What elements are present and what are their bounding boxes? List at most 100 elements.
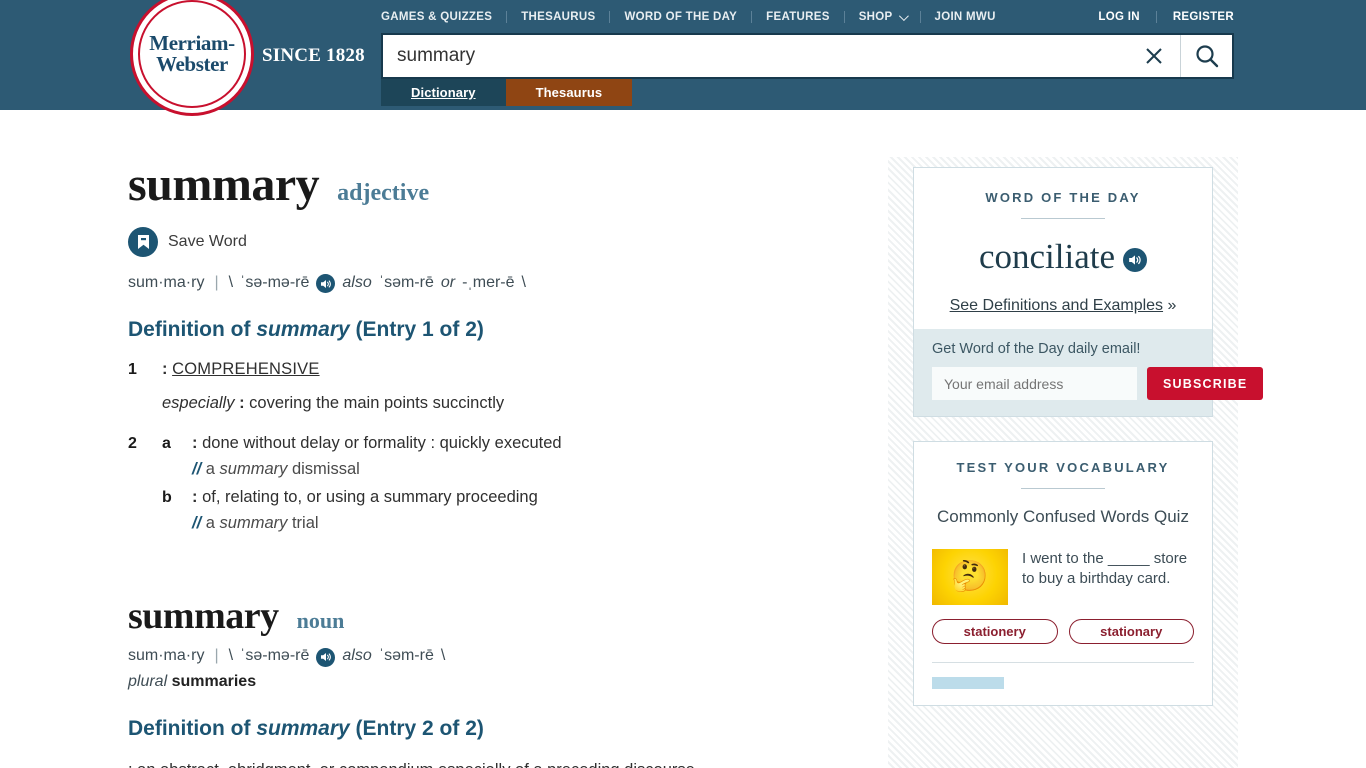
wotd-body: WORD OF THE DAY conciliate See Definitio… <box>914 168 1212 329</box>
wotd-link-text: See Definitions and Examples <box>949 297 1164 314</box>
sense-2b-example-post: trial <box>287 513 319 532</box>
entry-1-pron-divider: | <box>214 273 219 291</box>
search-icon <box>1195 45 1218 68</box>
clear-search-button[interactable] <box>1128 35 1180 77</box>
subscribe-button[interactable]: SUBSCRIBE <box>1147 367 1264 400</box>
entry-1-headword: summary <box>128 158 320 211</box>
sense-1-especially-text: covering the main points succinctly <box>249 393 505 412</box>
quiz-option-stationery[interactable]: stationery <box>932 619 1058 644</box>
register-link[interactable]: REGISTER <box>1157 11 1234 23</box>
entry-1-pron-also: ˈsəm-rē <box>378 273 434 291</box>
sense-2b-example: // a summary trial <box>192 512 828 536</box>
def2-word: summary <box>256 716 350 740</box>
entry-2-syllables: sum·ma·ry <box>128 647 205 665</box>
nav-thesaurus[interactable]: THESAURUS <box>507 11 611 23</box>
merriam-webster-logo[interactable]: Merriam- Webster <box>130 0 254 116</box>
sense-2a: 2 a : done without delay or formality : … <box>128 432 828 482</box>
quiz-question-line-1: I went to the _____ store <box>1022 550 1188 567</box>
wotd-audio-button[interactable] <box>1123 248 1148 272</box>
wotd-definitions-link[interactable]: See Definitions and Examples » <box>932 297 1194 315</box>
audio-pronunciation-button-2[interactable] <box>316 647 336 667</box>
quiz-title[interactable]: Commonly Confused Words Quiz <box>932 507 1194 527</box>
wotd-subscribe-panel: Get Word of the Day daily email! SUBSCRI… <box>914 329 1264 416</box>
def1-suffix: (Entry 1 of 2) <box>349 318 484 341</box>
quiz-options: stationery stationary <box>932 619 1194 644</box>
dictionary-entries: summary adjective Save Word sum·ma·ry | … <box>128 157 828 768</box>
subscribe-row: SUBSCRIBE <box>932 367 1264 400</box>
nav-features[interactable]: FEATURES <box>752 11 845 23</box>
entry-2-part-of-speech: noun <box>296 607 345 633</box>
entry-2-pron-open: \ <box>228 647 234 665</box>
nav-shop[interactable]: SHOP <box>845 10 921 23</box>
wotd-word-row: conciliate <box>979 237 1148 277</box>
def2-prefix: Definition of <box>128 716 257 740</box>
wotd-link-suffix: » <box>1163 297 1177 314</box>
quiz-option-stationary[interactable]: stationary <box>1068 619 1194 644</box>
login-link[interactable]: LOG IN <box>1082 11 1157 23</box>
since-tagline: SINCE 1828 <box>262 45 365 66</box>
entry-2-headword: summary <box>128 594 279 637</box>
nav-shop-label: SHOP <box>858 11 893 23</box>
entry-1-syllables: sum·ma·ry <box>128 273 205 291</box>
nav-join-mwu[interactable]: JOIN MWU <box>921 11 1010 23</box>
plural-label: plural <box>128 672 168 690</box>
sense-2b-colon: : <box>192 487 198 506</box>
sense-2a-text: done without delay or formality : quickl… <box>202 433 562 452</box>
def1-word: summary <box>256 318 350 341</box>
word-of-the-day-card: WORD OF THE DAY conciliate See Definitio… <box>913 167 1264 417</box>
sense-2a-example-mark: // <box>192 459 202 478</box>
wotd-divider <box>1021 218 1105 219</box>
save-word-label: Save Word <box>168 233 247 250</box>
sense-2a-example-italic: summary <box>219 459 288 478</box>
logo-inner-ring: Merriam- Webster <box>138 0 246 108</box>
quiz-question-row: 🤔 I went to the _____ store to buy a bir… <box>932 549 1194 605</box>
account-navigation: LOG IN REGISTER <box>1082 8 1234 26</box>
thinking-face-emoji-icon: 🤔 <box>932 549 1008 605</box>
sense-1-especially-colon: : <box>239 393 245 412</box>
site-header: Merriam- Webster SINCE 1828 GAMES & QUIZ… <box>0 0 1366 116</box>
save-word-button[interactable]: Save Word <box>128 227 828 257</box>
entry-2-pron-main: ˈsə-mə-rē <box>240 647 310 665</box>
bookmark-icon <box>128 227 158 257</box>
top-navigation: GAMES & QUIZZES THESAURUS WORD OF THE DA… <box>381 8 1010 26</box>
def2-suffix: (Entry 2 of 2) <box>349 716 484 740</box>
entry-1-pron-open: \ <box>228 273 234 291</box>
search-scope-tabs: Dictionary Thesaurus <box>381 79 633 106</box>
bookmark-glyph <box>137 235 149 249</box>
entry-2-definition-text: : an abstract, abridgment, or compendium… <box>128 761 828 768</box>
sense-1-body: : COMPREHENSIVE especially : covering th… <box>162 358 828 416</box>
entry-1-definition-heading: Definition of summary (Entry 1 of 2) <box>128 318 828 342</box>
wotd-word[interactable]: conciliate <box>979 237 1115 277</box>
quiz-bottom-divider <box>932 662 1194 663</box>
nav-word-of-the-day[interactable]: WORD OF THE DAY <box>610 11 753 23</box>
cross-reference-comprehensive[interactable]: COMPREHENSIVE <box>172 360 319 378</box>
test-your-vocabulary-card: TEST YOUR VOCABULARY Commonly Confused W… <box>913 441 1213 706</box>
search-submit-button[interactable] <box>1180 35 1232 77</box>
sense-2a-example-pre: a <box>205 459 220 478</box>
close-icon <box>1146 48 1162 64</box>
entry-1-pronunciation: sum·ma·ry | \ ˈsə-mə-rē also ˈsəm-rē or … <box>128 273 828 293</box>
entry-2: summary noun sum·ma·ry | \ ˈsə-mə-rē als… <box>128 594 828 768</box>
wotd-kicker: WORD OF THE DAY <box>985 190 1141 205</box>
quiz-question-line-2: to buy a birthday card. <box>1022 570 1171 588</box>
nav-games-quizzes[interactable]: GAMES & QUIZZES <box>381 11 508 23</box>
sense-1: 1 : COMPREHENSIVE especially : covering … <box>128 358 828 416</box>
entry-2-also-label: also <box>342 647 372 665</box>
entry-2-pronunciation: sum·ma·ry | \ ˈsə-mə-rē also ˈsəm-rē \ <box>128 647 828 667</box>
sense-1-especially: especially : covering the main points su… <box>162 392 828 416</box>
entry-1-pron-main: ˈsə-mə-rē <box>240 273 310 291</box>
email-input[interactable] <box>932 367 1137 400</box>
sense-2b-example-italic: summary <box>219 513 288 532</box>
entry-1-part-of-speech: adjective <box>337 180 430 206</box>
search-input[interactable] <box>383 35 1128 77</box>
chevron-down-icon <box>898 10 909 21</box>
entry-2-pron-also: ˈsəm-rē <box>378 647 434 665</box>
sense-2a-colon: : <box>192 433 198 452</box>
audio-pronunciation-button-1[interactable] <box>316 274 336 293</box>
sense-2b-example-pre: a <box>205 513 220 532</box>
quiz-head: TEST YOUR VOCABULARY <box>932 460 1194 489</box>
tab-dictionary[interactable]: Dictionary <box>381 79 506 106</box>
tab-thesaurus[interactable]: Thesaurus <box>505 79 633 106</box>
speaker-icon <box>1129 255 1141 265</box>
entry-2-header: summary noun <box>128 594 828 638</box>
